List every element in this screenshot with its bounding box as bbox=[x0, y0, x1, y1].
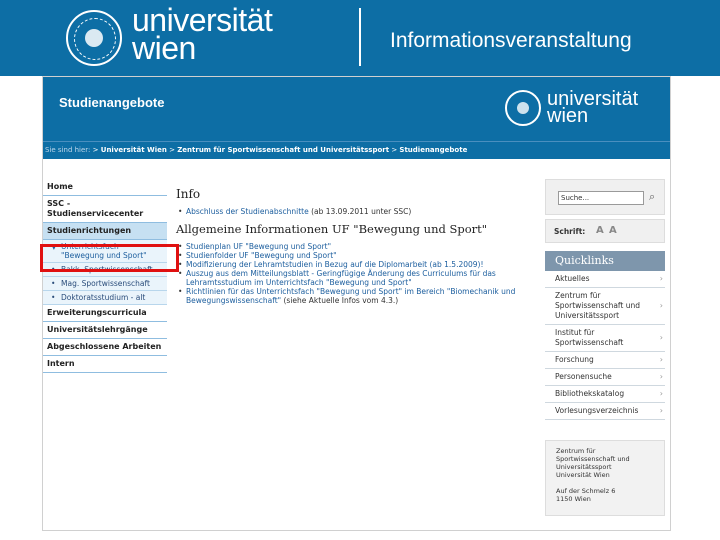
chevron-right-icon: › bbox=[659, 389, 663, 398]
font-decrease-icon[interactable]: A bbox=[596, 225, 604, 236]
chevron-right-icon: › bbox=[659, 355, 663, 364]
quicklinks-header: Quicklinks bbox=[545, 251, 665, 271]
address-box: Zentrum für Sportwissenschaft und Univer… bbox=[545, 440, 665, 516]
chevron-right-icon: › bbox=[659, 301, 663, 310]
breadcrumb-item[interactable]: Studienangebote bbox=[399, 146, 467, 154]
address-line: Sportwissenschaft und bbox=[556, 455, 630, 463]
font-size-label: Schrift: bbox=[554, 227, 586, 236]
chevron-right-icon: › bbox=[659, 333, 663, 342]
document-link[interactable]: Modifizierung der Lehramtstudien in Bezu… bbox=[186, 260, 483, 269]
sidebar-item-erweiterungscurricula[interactable]: Erweiterungscurricula bbox=[43, 305, 167, 322]
quicklink-aktuelles[interactable]: Aktuelles › bbox=[545, 271, 665, 288]
bullet-icon: • bbox=[51, 293, 56, 302]
breadcrumb-separator: > bbox=[391, 146, 398, 154]
quicklink-label: Personensuche bbox=[555, 372, 612, 381]
quicklink-label: Bibliothekskatalog bbox=[555, 389, 625, 398]
sidebar-item-arbeiten[interactable]: Abgeschlossene Arbeiten bbox=[43, 339, 167, 356]
quicklink-label: Vorlesungsverzeichnis bbox=[555, 406, 639, 415]
address-line: 1150 Wien bbox=[556, 495, 591, 503]
address-line: Auf der Schmelz 6 bbox=[556, 487, 616, 495]
document-link[interactable]: Auszug aus dem Mitteilungsblatt - Gering… bbox=[186, 269, 496, 287]
chevron-right-icon: › bbox=[659, 406, 663, 415]
address-line: Zentrum für bbox=[556, 447, 596, 455]
font-increase-icon[interactable]: A bbox=[609, 225, 617, 236]
quicklink-vorlesungsverzeichnis[interactable]: Vorlesungsverzeichnis › bbox=[545, 403, 665, 420]
quicklink-personensuche[interactable]: Personensuche › bbox=[545, 369, 665, 386]
header-divider bbox=[359, 8, 361, 66]
list-item: Abschluss der Studienabschnitte (ab 13.0… bbox=[176, 207, 536, 216]
document-list: Studienplan UF "Bewegung und Sport" Stud… bbox=[176, 242, 536, 305]
sidebar-item-lehrgaenge[interactable]: Universitätslehrgänge bbox=[43, 322, 167, 339]
list-item: Studienplan UF "Bewegung und Sport" bbox=[176, 242, 536, 251]
breadcrumb-item[interactable]: Universität Wien bbox=[101, 146, 167, 154]
website-screenshot: Studienangebote universität wien Sie sin… bbox=[42, 76, 671, 531]
document-link[interactable]: Studienfolder UF "Bewegung und Sport" bbox=[186, 251, 337, 260]
quicklink-label: Zentrum für Sportwissenschaft und Univer… bbox=[555, 291, 641, 320]
slide-title: Informationsveranstaltung bbox=[390, 29, 632, 52]
sidebar-subitem-label: Doktoratsstudium - alt bbox=[61, 293, 146, 302]
quicklink-label: Aktuelles bbox=[555, 274, 590, 283]
search-input[interactable] bbox=[558, 191, 644, 205]
list-item: Studienfolder UF "Bewegung und Sport" bbox=[176, 251, 536, 260]
logo-line-2: wien bbox=[132, 30, 196, 66]
document-link[interactable]: Studienplan UF "Bewegung und Sport" bbox=[186, 242, 331, 251]
chevron-right-icon: › bbox=[659, 372, 663, 381]
info-link[interactable]: Abschluss der Studienabschnitte bbox=[186, 207, 309, 216]
university-seal-icon bbox=[66, 10, 122, 66]
sidebar-subitem-label: Mag. Sportwissenschaft bbox=[61, 279, 150, 288]
list-item: Auszug aus dem Mitteilungsblatt - Gering… bbox=[176, 269, 536, 287]
quicklink-bibliothekskatalog[interactable]: Bibliothekskatalog › bbox=[545, 386, 665, 403]
quicklink-forschung[interactable]: Forschung › bbox=[545, 352, 665, 369]
sidebar-subitem-doktorat[interactable]: • Doktoratsstudium - alt bbox=[43, 291, 167, 305]
breadcrumb-prefix: Sie sind hier: bbox=[45, 146, 91, 154]
sidebar-item-ssc[interactable]: SSC - Studienservicecenter bbox=[43, 196, 167, 223]
font-size-panel: Schrift: A A bbox=[545, 219, 665, 243]
quicklink-institut[interactable]: Institut für Sportwissenschaft › bbox=[545, 325, 665, 352]
address-line: Universitätssport bbox=[556, 463, 612, 471]
university-logo: universität wien bbox=[132, 4, 273, 66]
quicklink-zentrum[interactable]: Zentrum für Sportwissenschaft und Univer… bbox=[545, 288, 665, 325]
info-list: Abschluss der Studienabschnitte (ab 13.0… bbox=[176, 207, 536, 216]
main-content: Info Abschluss der Studienabschnitte (ab… bbox=[176, 187, 536, 305]
breadcrumb-separator: > bbox=[92, 146, 99, 154]
sidebar-subitem-mag[interactable]: • Mag. Sportwissenschaft bbox=[43, 277, 167, 291]
quicklink-label: Institut für Sportwissenschaft bbox=[555, 328, 624, 347]
site-title: Studienangebote bbox=[59, 95, 165, 110]
site-banner: Studienangebote universität wien bbox=[43, 77, 670, 141]
breadcrumb: Sie sind hier: > Universität Wien > Zent… bbox=[43, 141, 670, 159]
breadcrumb-item[interactable]: Zentrum für Sportwissenschaft und Univer… bbox=[177, 146, 389, 154]
address-line bbox=[556, 479, 664, 487]
site-seal-icon bbox=[505, 90, 541, 126]
sidebar-item-intern[interactable]: Intern bbox=[43, 356, 167, 373]
section-heading: Allgemeine Informationen UF "Bewegung un… bbox=[176, 222, 488, 236]
search-panel: ⌕ bbox=[545, 179, 665, 215]
info-suffix: (ab 13.09.2011 unter SSC) bbox=[308, 207, 412, 216]
bullet-icon: • bbox=[51, 279, 56, 288]
right-column: ⌕ Schrift: A A Quicklinks Aktuelles › Zen… bbox=[545, 179, 665, 516]
site-logo-line-2: wien bbox=[547, 105, 589, 127]
info-heading: Info bbox=[176, 187, 201, 201]
list-item: Richtlinien für das Unterrichtsfach "Bew… bbox=[176, 287, 536, 305]
sidebar-item-home[interactable]: Home bbox=[43, 179, 167, 196]
breadcrumb-separator: > bbox=[169, 146, 175, 154]
site-logo[interactable]: universität wien bbox=[547, 89, 638, 127]
quicklink-label: Forschung bbox=[555, 355, 594, 364]
sidebar-nav: Home SSC - Studienservicecenter Studienr… bbox=[43, 179, 167, 373]
chevron-right-icon: › bbox=[659, 274, 663, 283]
search-icon[interactable]: ⌕ bbox=[649, 190, 655, 204]
sidebar-item-studienrichtungen[interactable]: Studienrichtungen bbox=[43, 223, 167, 240]
address-line: Universität Wien bbox=[556, 471, 610, 479]
list-item: Modifizierung der Lehramtstudien in Bezu… bbox=[176, 260, 536, 269]
slide-header: universität wien Informationsveranstaltu… bbox=[0, 0, 720, 76]
highlight-annotation bbox=[40, 244, 179, 272]
document-link-note: (siehe Aktuelle Infos vom 4.3.) bbox=[281, 296, 399, 305]
